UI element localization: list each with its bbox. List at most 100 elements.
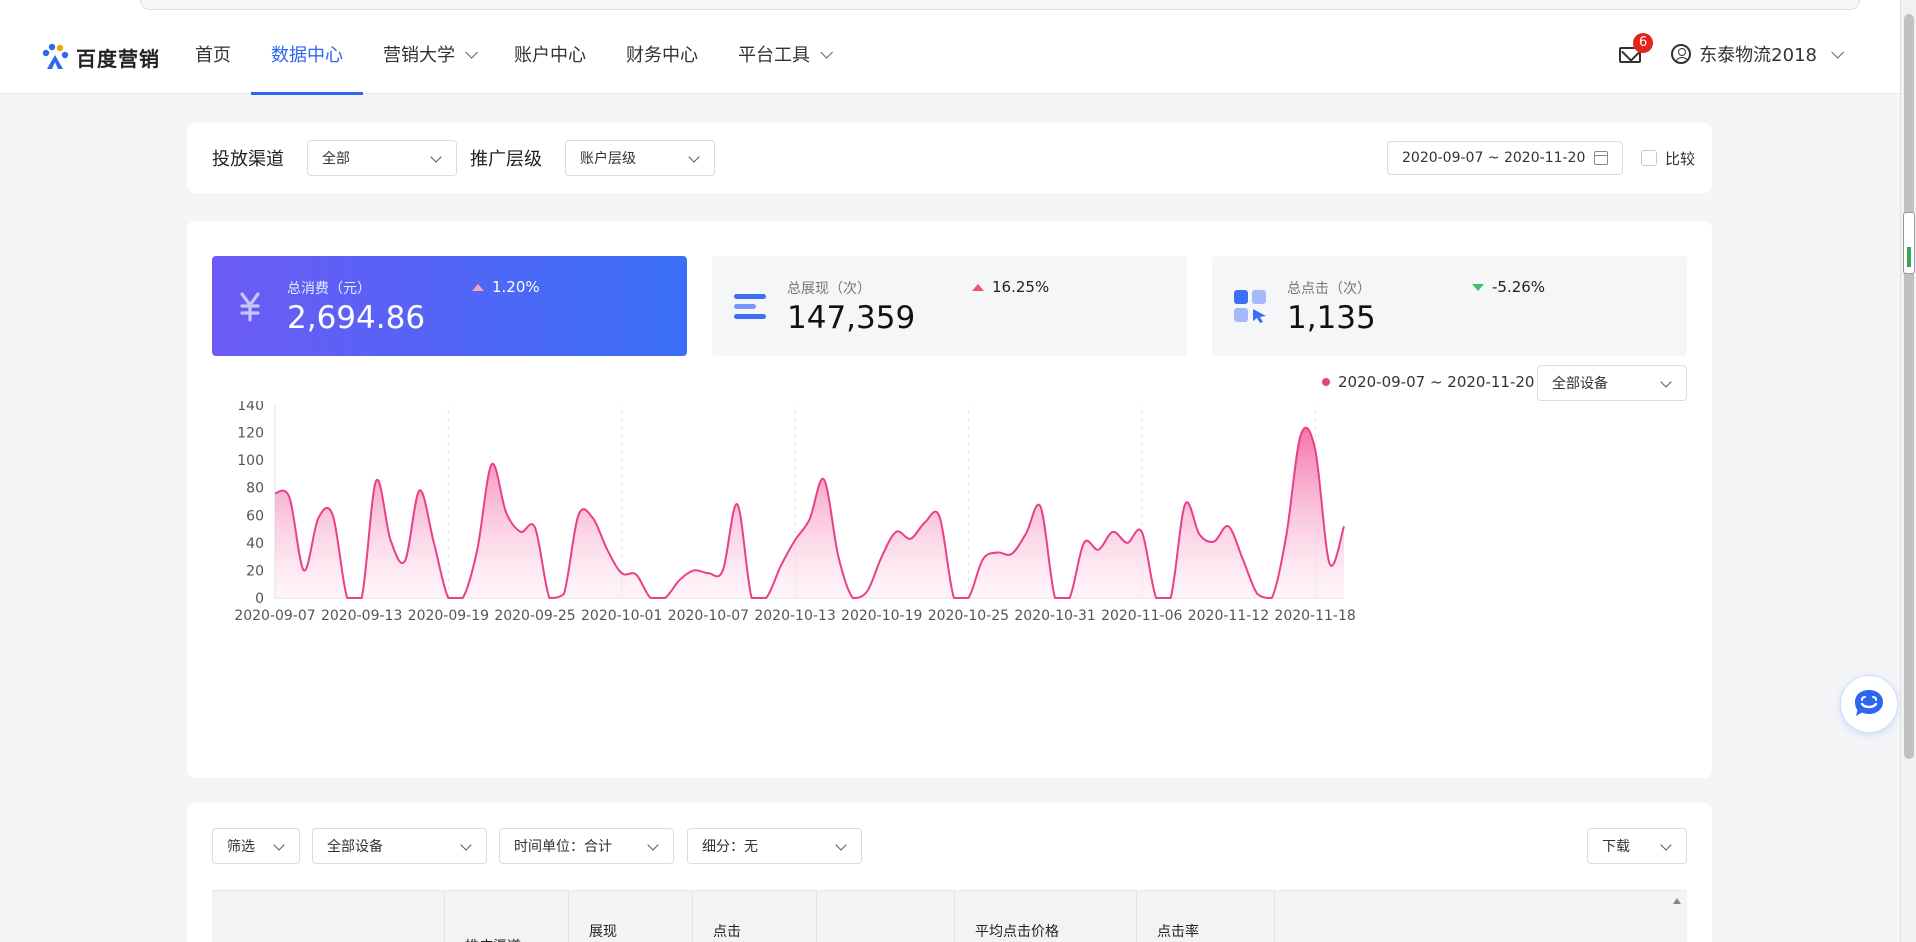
chart-device-select[interactable]: 全部设备 <box>1537 365 1687 401</box>
x-tick-label: 2020-11-18 <box>1274 608 1355 624</box>
nav-marketing-university[interactable]: 营销大学 <box>363 14 494 94</box>
stat-value: 1,135 <box>1287 300 1376 336</box>
filter-button[interactable]: 筛选 <box>212 828 300 864</box>
chat-bubble-icon <box>1855 690 1883 716</box>
user-menu[interactable]: 东泰物流2018 <box>1671 41 1844 67</box>
y-tick-label: 80 <box>246 481 264 497</box>
user-avatar-icon <box>1671 44 1692 64</box>
stat-total-cost[interactable]: 总消费（元） 2,694.86 1.20% <box>212 256 687 356</box>
mail-count-badge: 6 <box>1633 33 1654 53</box>
baidu-marketing-logo[interactable]: 百度营销 <box>40 42 160 72</box>
user-name: 东泰物流2018 <box>1699 45 1817 66</box>
stat-trend: 16.25% <box>972 278 1049 296</box>
level-select[interactable]: 账户层级 <box>565 140 715 176</box>
browser-top-strip <box>0 0 1916 14</box>
x-tick-label: 2020-09-19 <box>408 608 489 624</box>
chevron-down-icon <box>1660 839 1672 851</box>
level-label: 推广层级 <box>470 149 542 170</box>
stat-label: 总展现（次） <box>787 281 871 297</box>
trend-down-icon <box>1472 283 1484 291</box>
page-scrollbar[interactable] <box>1900 0 1916 942</box>
x-tick-label: 2020-10-01 <box>581 608 662 624</box>
filter-bar: 投放渠道 全部 推广层级 账户层级 2020-09-07 ~ 2020-11-2… <box>187 123 1712 193</box>
legend-label: 2020-09-07 ~ 2020-11-20 <box>1338 373 1535 391</box>
col-empty <box>1274 891 1687 942</box>
col-cost[interactable] <box>816 891 954 942</box>
table-device-select[interactable]: 全部设备 <box>312 828 487 864</box>
click-grid-icon <box>1234 290 1266 323</box>
stat-trend: 1.20% <box>472 278 540 296</box>
stat-value: 147,359 <box>787 300 916 336</box>
mail-icon[interactable]: 6 <box>1619 33 1654 63</box>
y-tick-label: 60 <box>246 508 264 524</box>
baidu-paw-icon <box>42 43 69 69</box>
y-tick-label: 100 <box>237 453 264 469</box>
compare-checkbox[interactable] <box>1641 150 1657 166</box>
chevron-down-icon <box>465 45 478 59</box>
logo-text: 百度营销 <box>76 46 160 71</box>
chart-legend[interactable]: 2020-09-07 ~ 2020-11-20 <box>1322 364 1534 400</box>
chevron-down-icon <box>688 151 700 163</box>
stat-total-clicks[interactable]: 总点击（次） 1,135 -5.26% <box>1212 256 1687 356</box>
y-tick-label: 20 <box>246 563 264 579</box>
breakdown-select[interactable]: 细分：无 <box>687 828 862 864</box>
y-tick-label: 120 <box>237 426 264 442</box>
y-tick-label: 140 <box>237 401 264 414</box>
nav-finance-center[interactable]: 财务中心 <box>606 14 718 94</box>
y-tick-label: 40 <box>246 536 264 552</box>
data-table-card: 筛选 全部设备 时间单位：合计 细分：无 下载 推广渠道 展现 点击 平均点击价… <box>187 803 1712 942</box>
overview-card: 总消费（元） 2,694.86 1.20% 总展现（次） 147,359 16.… <box>187 221 1712 778</box>
chevron-down-icon <box>430 151 442 163</box>
chevron-down-icon <box>835 839 847 851</box>
chevron-down-icon <box>1660 376 1672 388</box>
stat-trend: -5.26% <box>1472 278 1545 296</box>
channel-label: 投放渠道 <box>212 149 284 170</box>
nav-platform-tools[interactable]: 平台工具 <box>718 14 849 94</box>
x-tick-label: 2020-10-31 <box>1014 608 1095 624</box>
trend-up-icon <box>972 283 984 291</box>
stat-total-impressions[interactable]: 总展现（次） 147,359 16.25% <box>712 256 1187 356</box>
scroll-up-icon[interactable] <box>1673 898 1681 904</box>
chevron-down-icon <box>647 839 659 851</box>
chevron-down-icon <box>820 45 833 59</box>
col-ctr[interactable]: 点击率 <box>1136 891 1274 942</box>
nav-data-center[interactable]: 数据中心 <box>251 14 363 95</box>
x-tick-label: 2020-10-07 <box>668 608 749 624</box>
download-button[interactable]: 下载 <box>1587 828 1687 864</box>
col-avg-cpc[interactable]: 平均点击价格 <box>954 891 1136 942</box>
top-header: 百度营销 首页 数据中心 营销大学 账户中心 财务中心 平台工具 6 东泰物流2… <box>0 14 1900 95</box>
time-unit-select[interactable]: 时间单位：合计 <box>499 828 674 864</box>
chat-help-button[interactable] <box>1840 675 1898 733</box>
x-tick-label: 2020-09-13 <box>321 608 402 624</box>
browser-address-bar[interactable] <box>140 0 1860 10</box>
stat-label: 总消费（元） <box>287 281 371 297</box>
col-channel[interactable]: 推广渠道 <box>444 891 568 942</box>
x-tick-label: 2020-10-13 <box>754 608 835 624</box>
channel-select[interactable]: 全部 <box>307 140 457 176</box>
col-impressions[interactable]: 展现 <box>568 891 692 942</box>
date-range-picker[interactable]: 2020-09-07 ~ 2020-11-20 <box>1387 141 1623 175</box>
list-bars-icon <box>734 294 766 319</box>
header-right: 6 东泰物流2018 <box>1619 14 1844 94</box>
x-tick-label: 2020-11-06 <box>1101 608 1182 624</box>
trend-up-icon <box>472 283 484 291</box>
x-tick-label: 2020-11-12 <box>1188 608 1269 624</box>
calendar-icon <box>1594 151 1608 165</box>
yuan-icon <box>240 292 260 322</box>
x-tick-label: 2020-09-25 <box>494 608 575 624</box>
nav-home[interactable]: 首页 <box>175 14 251 94</box>
compare-toggle[interactable]: 比较 <box>1641 123 1695 193</box>
main-nav: 首页 数据中心 营销大学 账户中心 财务中心 平台工具 <box>175 14 849 95</box>
x-tick-label: 2020-10-25 <box>928 608 1009 624</box>
side-widget[interactable] <box>1903 212 1915 274</box>
stat-value: 2,694.86 <box>287 300 426 336</box>
chevron-down-icon <box>1831 45 1844 59</box>
chevron-down-icon <box>273 839 285 851</box>
col-clicks[interactable]: 点击 <box>692 891 816 942</box>
x-tick-label: 2020-10-19 <box>841 608 922 624</box>
nav-account-center[interactable]: 账户中心 <box>494 14 606 94</box>
cost-area-chart[interactable]: 总消费0204060801001201402020-09-072020-09-1… <box>187 401 1712 771</box>
scrollbar-thumb[interactable] <box>1904 14 1914 759</box>
y-tick-label: 0 <box>255 591 264 607</box>
stat-label: 总点击（次） <box>1287 281 1371 297</box>
